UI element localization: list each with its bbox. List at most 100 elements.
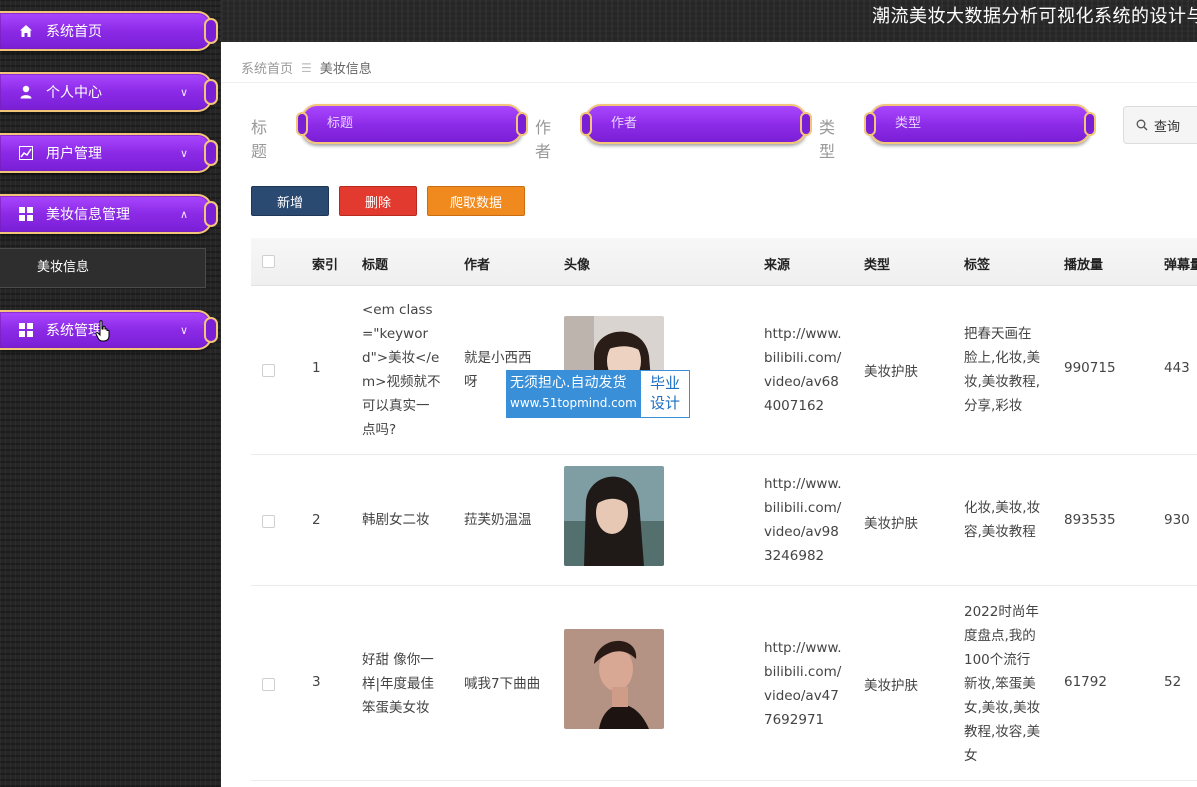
search-icon bbox=[1136, 119, 1148, 131]
author-label: 作者 bbox=[535, 118, 552, 161]
watermark-right: 毕业 设计 bbox=[640, 370, 690, 418]
title-search-input[interactable]: 标题 bbox=[296, 104, 528, 144]
row-type: 美妆护肤 bbox=[864, 516, 918, 532]
sidebar-item-beauty-info-management[interactable]: 美妆信息管理 ∧ bbox=[0, 194, 218, 234]
row-checkbox[interactable] bbox=[262, 364, 275, 377]
author-search-input[interactable]: 作者 bbox=[580, 104, 812, 144]
main-content: 系统首页 ☰ 美妆信息 标题 标题 作者 作者 类型 类型 查询 新增 删除 爬… bbox=[221, 42, 1197, 787]
row-title: 韩剧女二妆 bbox=[362, 512, 430, 528]
title-label: 标题 bbox=[251, 118, 268, 161]
sidebar-item-personal-center[interactable]: 个人中心 ∨ bbox=[0, 72, 218, 112]
row-author: 喊我7下曲曲 bbox=[464, 676, 541, 692]
row-danmaku: 930 bbox=[1164, 512, 1190, 528]
row-plays: 893535 bbox=[1064, 512, 1116, 528]
decorative-knob bbox=[204, 18, 218, 44]
row-plays: 990715 bbox=[1064, 360, 1116, 376]
decorative-knob bbox=[580, 112, 592, 136]
row-avatar-image bbox=[564, 466, 664, 566]
row-tags: 化妆,美妆,妆 容,美妆教程 bbox=[964, 500, 1041, 540]
decorative-knob bbox=[296, 112, 308, 136]
type-placeholder: 类型 bbox=[895, 116, 922, 131]
type-search-input[interactable]: 类型 bbox=[864, 104, 1096, 144]
sidebar-item-user-management[interactable]: 用户管理 ∨ bbox=[0, 133, 218, 173]
row-plays: 61792 bbox=[1064, 674, 1107, 690]
col-header-title: 标题 bbox=[362, 258, 389, 273]
col-header-source: 来源 bbox=[764, 258, 791, 273]
user-icon bbox=[18, 84, 34, 100]
chart-icon bbox=[18, 145, 34, 161]
table-row[interactable]: 3 好甜 像你一 样|年度最佳 笨蛋美女妆 喊我7下曲曲 http://www. bi… bbox=[251, 586, 1197, 781]
sidebar-item-label: 美妆信息管理 bbox=[46, 207, 130, 223]
chevron-down-icon: ∨ bbox=[180, 323, 189, 337]
query-label: 查询 bbox=[1154, 119, 1181, 135]
row-avatar-image bbox=[564, 629, 664, 729]
row-tags: 把春天画在 脸上,化妆,美 妆,美妆教程, 分享,彩妆 bbox=[964, 326, 1041, 414]
app-title: 潮流美妆大数据分析可视化系统的设计与 bbox=[872, 6, 1197, 27]
breadcrumb-current: 美妆信息 bbox=[319, 62, 372, 77]
sidebar-item-label: 系统管理 bbox=[46, 323, 102, 339]
crawl-data-button[interactable]: 爬取数据 bbox=[427, 186, 525, 216]
row-checkbox[interactable] bbox=[262, 678, 275, 691]
home-icon bbox=[18, 23, 34, 39]
type-label: 类型 bbox=[819, 118, 836, 161]
sidebar-item-home[interactable]: 系统首页 bbox=[0, 11, 218, 51]
decorative-knob bbox=[864, 112, 876, 136]
col-header-index: 索引 bbox=[312, 258, 339, 273]
sidebar-item-label: 系统首页 bbox=[46, 24, 102, 40]
breadcrumb-separator: ☰ bbox=[301, 60, 312, 75]
decorative-knob bbox=[204, 140, 218, 166]
row-title: 好甜 像你一 样|年度最佳 笨蛋美女妆 bbox=[362, 652, 435, 716]
decorative-knob bbox=[1084, 112, 1096, 136]
grid-icon bbox=[18, 206, 34, 222]
top-bar: 潮流美妆大数据分析可视化系统的设计与 bbox=[221, 0, 1197, 42]
decorative-knob bbox=[204, 79, 218, 105]
chevron-up-icon: ∧ bbox=[180, 207, 189, 221]
sidebar-item-label: 个人中心 bbox=[46, 85, 102, 101]
table-header: 索引 标题 作者 头像 来源 类型 标签 播放量 弹幕量 bbox=[251, 238, 1197, 286]
add-button[interactable]: 新增 bbox=[251, 186, 329, 216]
sidebar-item-label: 用户管理 bbox=[46, 146, 102, 162]
row-index: 1 bbox=[312, 360, 321, 376]
decorative-knob bbox=[800, 112, 812, 136]
col-header-avatar: 头像 bbox=[564, 258, 591, 273]
row-tags: 2022时尚年 度盘点,我的 100个流行 新妆,笨蛋美 女,美妆,美妆 教程,妆容,美女 bbox=[964, 604, 1041, 764]
table-row[interactable]: 1 <em class ="keywor d">美妆</e m>视频就不 可以真实一 点吗… bbox=[251, 286, 1197, 455]
query-button[interactable]: 查询 bbox=[1123, 106, 1197, 144]
row-source[interactable]: http://www. bilibili.com/video/av98 324698… bbox=[764, 472, 842, 568]
chevron-down-icon: ∨ bbox=[180, 85, 189, 99]
breadcrumb-home[interactable]: 系统首页 bbox=[241, 58, 293, 77]
row-checkbox[interactable] bbox=[262, 515, 275, 528]
row-source[interactable]: http://www. bilibili.com/video/av47 769297… bbox=[764, 636, 842, 732]
sidebar: 系统首页 个人中心 ∨ 用户管理 ∨ 美妆信息管理 ∧ 美妆信息 系统管理 ∨ bbox=[0, 0, 221, 787]
row-author: 菈芙奶温温 bbox=[464, 512, 532, 528]
row-title: <em class ="keywor d">美妆</e m>视频就不 可以真实一 点吗? bbox=[362, 302, 441, 438]
col-header-plays: 播放量 bbox=[1064, 258, 1104, 273]
row-type: 美妆护肤 bbox=[864, 678, 918, 694]
row-danmaku: 443 bbox=[1164, 360, 1190, 376]
col-header-danmaku: 弹幕量 bbox=[1164, 258, 1197, 273]
table-row[interactable]: 2 韩剧女二妆 菈芙奶温温 http://www. bilibili.com/vi… bbox=[251, 455, 1197, 586]
col-header-type: 类型 bbox=[864, 258, 891, 273]
title-placeholder: 标题 bbox=[327, 116, 354, 131]
decorative-knob bbox=[516, 112, 528, 136]
row-index: 2 bbox=[312, 512, 321, 528]
chevron-down-icon: ∨ bbox=[180, 146, 189, 160]
row-source[interactable]: http://www. bilibili.com/video/av68 400716… bbox=[764, 322, 842, 418]
row-index: 3 bbox=[312, 674, 321, 690]
grid-icon bbox=[18, 322, 34, 338]
breadcrumb: 系统首页 ☰ 美妆信息 bbox=[241, 58, 372, 78]
row-type: 美妆护肤 bbox=[864, 364, 918, 380]
author-placeholder: 作者 bbox=[611, 116, 638, 131]
submenu-item-beauty-info[interactable]: 美妆信息 bbox=[0, 248, 206, 288]
row-danmaku: 52 bbox=[1164, 674, 1182, 690]
decorative-knob bbox=[204, 317, 218, 343]
hand-cursor-icon bbox=[95, 320, 110, 342]
watermark-banner: 无须担心.自动发货 www.51topmind.com 毕业 设计 bbox=[506, 370, 690, 418]
col-header-author: 作者 bbox=[464, 258, 491, 273]
delete-button[interactable]: 删除 bbox=[339, 186, 417, 216]
decorative-knob bbox=[204, 201, 218, 227]
select-all-checkbox[interactable] bbox=[262, 255, 275, 268]
watermark-left: 无须担心.自动发货 www.51topmind.com bbox=[506, 370, 640, 418]
col-header-tags: 标签 bbox=[964, 258, 991, 273]
divider bbox=[221, 82, 1197, 83]
